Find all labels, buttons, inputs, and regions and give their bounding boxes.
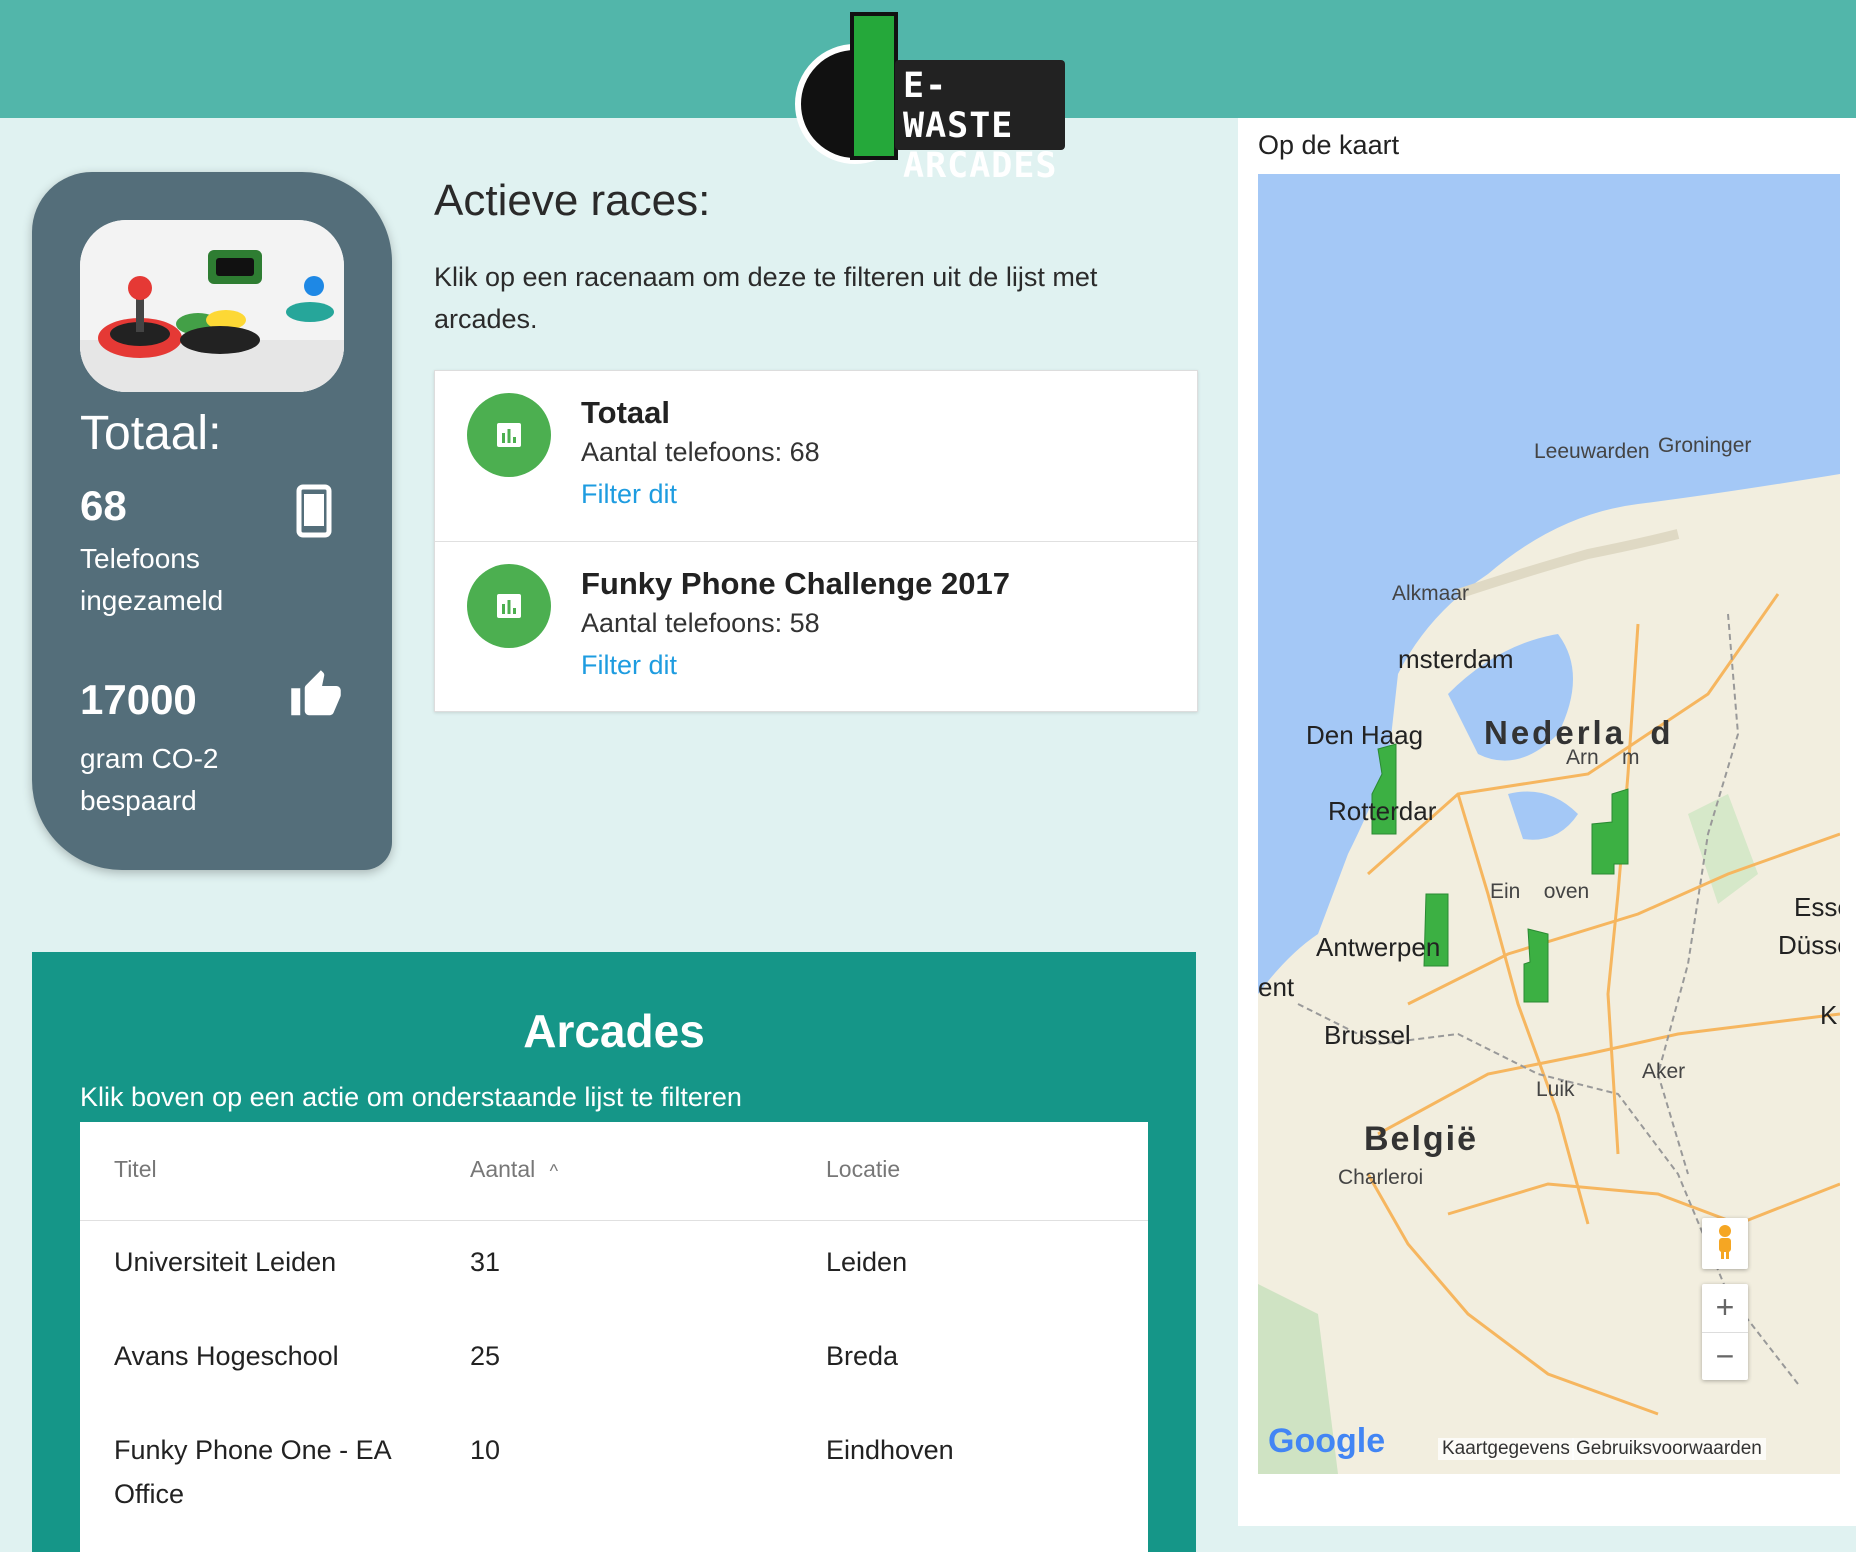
column-header-locatie[interactable]: Locatie (826, 1156, 900, 1183)
map-label-belgie: België (1364, 1120, 1479, 1158)
map-label-arnhem: Arn m (1566, 746, 1640, 769)
logo-line-2: ARCADES (903, 146, 1058, 186)
map-label-leeuwarden: Leeuwarden (1534, 440, 1650, 463)
cell-location: Leiden (826, 1247, 908, 1277)
map-label-den-haag: Den Haag (1306, 720, 1424, 750)
co2-value: 17000 (80, 676, 197, 723)
zoom-control: + − (1702, 1284, 1748, 1380)
race-item[interactable]: Totaal Aantal telefoons: 68 Filter dit (435, 371, 1197, 541)
arcade-photo (80, 220, 344, 392)
cell-title: Avans Hogeschool (114, 1341, 339, 1371)
street-view-pegman-icon[interactable] (1702, 1218, 1748, 1269)
map-label-essen: Esse (1794, 892, 1840, 922)
cell-location: Breda (826, 1341, 899, 1371)
map-label-dusseldorf: Düsse (1778, 930, 1840, 960)
map-label-alkmaar: Alkmaar (1392, 582, 1470, 605)
map-panel: Op de kaart Leeuwarden Groninger Alkmaar… (1238, 118, 1856, 1526)
table-header: Titel Aantal ^ Locatie (80, 1122, 1148, 1221)
co2-label: gram CO-2 bespaard (80, 743, 219, 816)
arcades-table: Titel Aantal ^ Locatie Universiteit Leid… (80, 1122, 1148, 1552)
race-item[interactable]: Funky Phone Challenge 2017 Aantal telefo… (435, 541, 1197, 712)
map-terms-link[interactable]: Gebruiksvoorwaarden (1572, 1438, 1766, 1460)
sort-ascending-icon: ^ (549, 1161, 559, 1181)
cell-title: Funky Phone One - EA Office (114, 1435, 391, 1509)
phones-label: Telefoons ingezameld (80, 543, 224, 616)
logo-line-1: E-WASTE (903, 66, 1014, 146)
logo-j-shape (850, 12, 898, 160)
arcades-subtitle: Klik boven op een actie om onderstaande … (80, 1082, 742, 1112)
cell-count: 31 (470, 1247, 501, 1277)
stats-title: Totaal: (80, 407, 222, 460)
google-map[interactable]: Leeuwarden Groninger Alkmaar msterdam De… (1258, 174, 1840, 1474)
map-label-charleroi: Charleroi (1338, 1166, 1424, 1189)
bar-chart-icon (497, 423, 521, 447)
logo-text: E-WASTE ARCADES (895, 60, 1065, 186)
race-phone-count: Aantal telefoons: 58 (581, 608, 820, 638)
filter-link[interactable]: Filter dit (581, 650, 677, 681)
google-logo: Google (1268, 1422, 1386, 1460)
cell-count: 25 (470, 1341, 501, 1371)
bar-chart-icon (497, 594, 521, 618)
phones-value: 68 (80, 482, 127, 529)
races-heading: Actieve races: (434, 176, 711, 225)
map-label-amsterdam: msterdam (1398, 644, 1514, 674)
column-header-aantal-label: Aantal (470, 1156, 536, 1182)
e-waste-arcades-logo[interactable]: E-WASTE ARCADES (795, 12, 1067, 186)
map-label-gent: ent (1258, 972, 1295, 1002)
arcades-card: Arcades Klik boven op een actie om onder… (32, 952, 1196, 1552)
map-label-brussel: Brussel (1324, 1020, 1411, 1050)
map-label-aken: Aker (1642, 1060, 1686, 1083)
smartphone-icon (296, 484, 332, 543)
races-intro: Klik op een racenaam om deze te filteren… (434, 262, 1098, 334)
filter-link[interactable]: Filter dit (581, 479, 677, 510)
map-title: Op de kaart (1258, 130, 1400, 160)
column-header-aantal[interactable]: Aantal ^ (470, 1156, 558, 1183)
arcades-title: Arcades (523, 1005, 705, 1057)
map-data-link[interactable]: Kaartgegevens (1438, 1438, 1574, 1460)
column-header-titel[interactable]: Titel (114, 1156, 157, 1183)
stats-card: Totaal: 68 Telefoons ingezameld 17000 gr… (32, 172, 392, 870)
thumbs-up-icon (288, 668, 344, 727)
race-list: Totaal Aantal telefoons: 68 Filter dit F… (434, 370, 1198, 712)
race-name[interactable]: Totaal (581, 395, 670, 431)
race-avatar (467, 564, 551, 648)
cell-location: Eindhoven (826, 1435, 954, 1465)
race-name[interactable]: Funky Phone Challenge 2017 (581, 566, 1010, 602)
zoom-out-button[interactable]: − (1702, 1333, 1748, 1381)
map-label-koln: K (1820, 1000, 1838, 1030)
cell-title: Universiteit Leiden (114, 1247, 337, 1277)
map-label-luik: Luik (1536, 1078, 1575, 1101)
cell-count: 10 (470, 1435, 501, 1465)
map-label-eindhoven: Ein oven (1490, 880, 1590, 903)
map-label-rotterdam: Rotterdar (1328, 796, 1437, 826)
zoom-in-button[interactable]: + (1702, 1284, 1748, 1333)
map-label-antwerpen: Antwerpen (1316, 932, 1441, 962)
map-label-groningen: Groninger (1658, 434, 1752, 457)
race-avatar (467, 393, 551, 477)
race-phone-count: Aantal telefoons: 68 (581, 437, 820, 467)
